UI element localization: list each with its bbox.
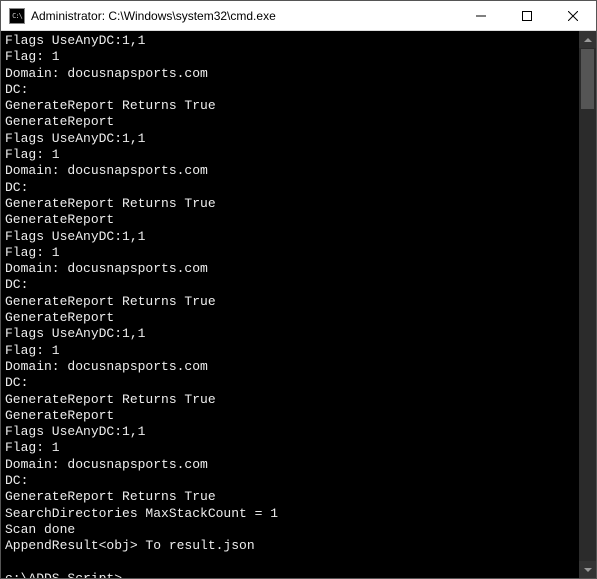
terminal-line: Scan done [5,522,575,538]
scrollbar[interactable] [579,31,596,578]
terminal-line: Flags UseAnyDC:1,1 [5,229,575,245]
terminal-line: DC: [5,473,575,489]
terminal-prompt: c:\ADDS_Script> [5,571,122,578]
cmd-window: C:\ Administrator: C:\Windows\system32\c… [0,0,597,579]
maximize-button[interactable] [504,1,550,30]
terminal-line: Flag: 1 [5,245,575,261]
terminal-line: GenerateReport Returns True [5,489,575,505]
terminal-line: GenerateReport [5,212,575,228]
terminal-line: GenerateReport [5,114,575,130]
terminal-line: Flag: 1 [5,147,575,163]
minimize-button[interactable] [458,1,504,30]
window-controls [458,1,596,30]
terminal-line: Flags UseAnyDC:1,1 [5,424,575,440]
terminal-line: Flag: 1 [5,343,575,359]
terminal-line: GenerateReport [5,408,575,424]
window-title: Administrator: C:\Windows\system32\cmd.e… [31,9,458,23]
terminal-line: GenerateReport Returns True [5,392,575,408]
terminal-line: GenerateReport Returns True [5,196,575,212]
terminal-output[interactable]: Flags UseAnyDC:1,1Flag: 1Domain: docusna… [1,31,579,578]
terminal-line: SearchDirectories MaxStackCount = 1 [5,506,575,522]
titlebar[interactable]: C:\ Administrator: C:\Windows\system32\c… [1,1,596,31]
terminal-line: Domain: docusnapsports.com [5,66,575,82]
terminal-line: Flags UseAnyDC:1,1 [5,131,575,147]
terminal-line: DC: [5,180,575,196]
terminal-line: AppendResult<obj> To result.json [5,538,575,554]
terminal-line: GenerateReport Returns True [5,294,575,310]
terminal-line: Domain: docusnapsports.com [5,261,575,277]
terminal-line: Domain: docusnapsports.com [5,359,575,375]
terminal-line: Domain: docusnapsports.com [5,163,575,179]
terminal-prompt-line[interactable]: c:\ADDS_Script> [5,571,575,578]
terminal-line [5,555,575,571]
terminal-line: Flag: 1 [5,49,575,65]
terminal-line: Domain: docusnapsports.com [5,457,575,473]
terminal-area: Flags UseAnyDC:1,1Flag: 1Domain: docusna… [1,31,596,578]
terminal-line: GenerateReport [5,310,575,326]
terminal-line: DC: [5,277,575,293]
terminal-line: DC: [5,375,575,391]
terminal-line: GenerateReport Returns True [5,98,575,114]
close-button[interactable] [550,1,596,30]
terminal-line: Flags UseAnyDC:1,1 [5,33,575,49]
terminal-line: Flag: 1 [5,440,575,456]
terminal-line: Flags UseAnyDC:1,1 [5,326,575,342]
scrollbar-thumb[interactable] [581,49,594,109]
scroll-down-button[interactable] [579,561,596,578]
scroll-up-button[interactable] [579,31,596,48]
terminal-line: DC: [5,82,575,98]
cmd-icon: C:\ [9,8,25,24]
